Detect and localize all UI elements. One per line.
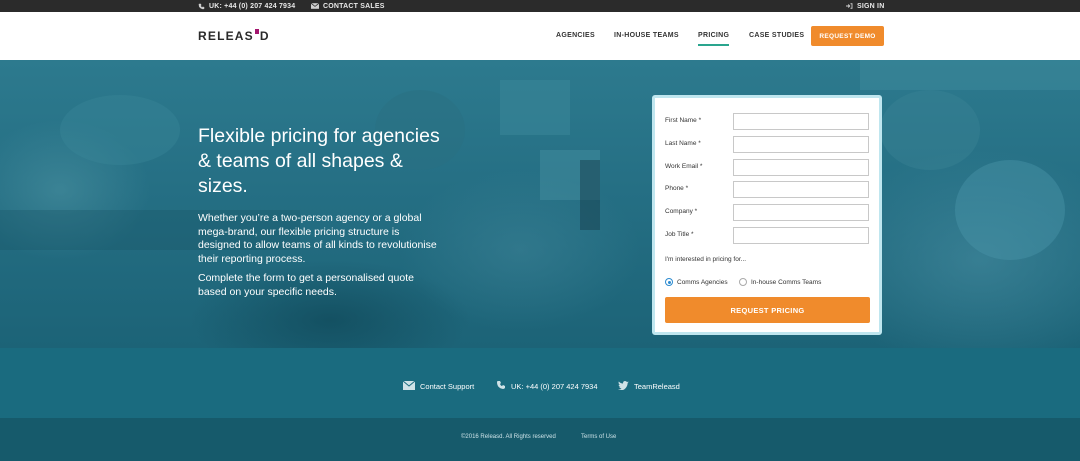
phone-field[interactable] bbox=[733, 181, 869, 198]
twitter-label: TeamReleasd bbox=[634, 381, 680, 391]
first-name-label: First Name * bbox=[665, 117, 702, 124]
last-name-label: Last Name * bbox=[665, 140, 701, 147]
work-email-label: Work Email * bbox=[665, 163, 703, 170]
contact-phone-label: UK: +44 (0) 207 424 7934 bbox=[511, 381, 598, 391]
nav-agencies[interactable]: AGENCIES bbox=[556, 26, 595, 46]
logo-mark-icon bbox=[254, 29, 259, 34]
contact-band: Contact Support UK: +44 (0) 207 424 7934… bbox=[0, 348, 1080, 418]
phone-label: Phone * bbox=[665, 185, 689, 192]
interest-label: I'm interested in pricing for... bbox=[665, 256, 747, 263]
hero-background-photo bbox=[0, 60, 1080, 348]
logo-text-right: D bbox=[259, 29, 270, 43]
request-pricing-button[interactable]: REQUEST PRICING bbox=[665, 297, 870, 323]
contact-phone-link[interactable]: UK: +44 (0) 207 424 7934 bbox=[496, 380, 598, 392]
request-demo-button[interactable]: REQUEST DEMO bbox=[811, 26, 884, 46]
first-name-field[interactable] bbox=[733, 113, 869, 130]
company-row: Company * bbox=[665, 204, 871, 221]
copyright-text: ©2016 Releasd. All Rights reserved bbox=[461, 434, 556, 440]
mail-icon bbox=[311, 3, 319, 9]
sign-in-icon bbox=[845, 3, 853, 9]
first-name-row: First Name * bbox=[665, 113, 871, 130]
phone-icon bbox=[496, 380, 506, 392]
sign-in-label: SIGN IN bbox=[857, 2, 885, 10]
terms-of-use-link[interactable]: Terms of Use bbox=[581, 434, 616, 440]
company-field[interactable] bbox=[733, 204, 869, 221]
twitter-icon bbox=[618, 380, 629, 392]
envelope-icon bbox=[402, 380, 416, 392]
site-header: RELEAS D AGENCIES IN-HOUSE TEAMS PRICING … bbox=[0, 12, 1080, 60]
releasd-logo[interactable]: RELEAS D bbox=[198, 29, 270, 43]
option-comms-agencies-label: Comms Agencies bbox=[677, 278, 728, 286]
logo-text-left: RELEAS bbox=[198, 29, 254, 43]
last-name-field[interactable] bbox=[733, 136, 869, 153]
hero-section: Flexible pricing for agencies & teams of… bbox=[0, 60, 1080, 348]
company-label: Company * bbox=[665, 208, 698, 215]
site-footer: ©2016 Releasd. All Rights reserved Terms… bbox=[0, 418, 1080, 461]
hero-paragraph-2: Complete the form to get a personalised … bbox=[198, 272, 414, 298]
twitter-link[interactable]: TeamReleasd bbox=[618, 380, 680, 392]
job-title-field[interactable] bbox=[733, 227, 869, 244]
work-email-field[interactable] bbox=[733, 159, 869, 176]
phone-icon bbox=[198, 3, 205, 10]
topbar-phone-label: UK: +44 (0) 207 424 7934 bbox=[209, 2, 296, 10]
top-bar: UK: +44 (0) 207 424 7934 CONTACT SALES S… bbox=[0, 0, 1080, 12]
nav-pricing[interactable]: PRICING bbox=[698, 26, 730, 46]
topbar-sign-in[interactable]: SIGN IN bbox=[845, 0, 884, 12]
pricing-form: First Name * Last Name * Work Email * Ph… bbox=[652, 95, 882, 335]
nav-case-studies[interactable]: CASE STUDIES bbox=[749, 26, 804, 46]
contact-support-label: Contact Support bbox=[420, 381, 475, 391]
option-in-house-comms-teams[interactable]: In-house Comms Teams bbox=[739, 276, 821, 288]
hero-paragraph-1: Whether you’re a two-person agency or a … bbox=[198, 212, 437, 265]
nav-in-house-teams[interactable]: IN-HOUSE TEAMS bbox=[614, 26, 679, 46]
contact-support-link[interactable]: Contact Support bbox=[402, 380, 475, 392]
job-title-label: Job Title * bbox=[665, 231, 694, 238]
hero-title: Flexible pricing for agencies & teams of… bbox=[198, 125, 440, 197]
option-comms-agencies[interactable]: Comms Agencies bbox=[665, 276, 728, 288]
option-in-house-label: In-house Comms Teams bbox=[751, 278, 822, 286]
topbar-phone[interactable]: UK: +44 (0) 207 424 7934 bbox=[198, 0, 295, 12]
contact-sales-label: CONTACT SALES bbox=[323, 2, 385, 10]
radio-in-house-comms-teams[interactable] bbox=[739, 278, 747, 286]
phone-row: Phone * bbox=[665, 181, 871, 198]
job-title-row: Job Title * bbox=[665, 227, 871, 244]
last-name-row: Last Name * bbox=[665, 136, 871, 153]
radio-comms-agencies[interactable] bbox=[665, 278, 673, 286]
topbar-contact-sales[interactable]: CONTACT SALES bbox=[311, 0, 385, 12]
work-email-row: Work Email * bbox=[665, 159, 871, 176]
